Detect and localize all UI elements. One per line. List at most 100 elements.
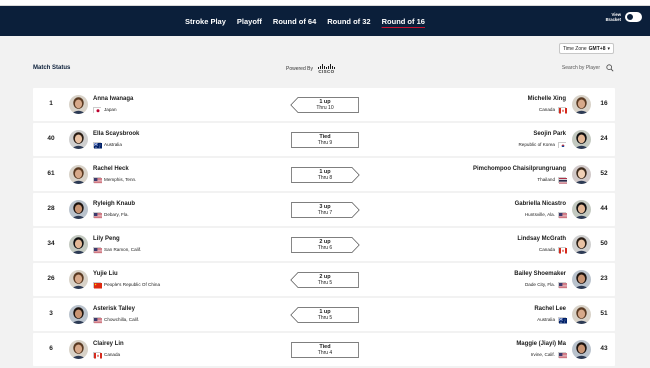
left-player[interactable]: Rachel Heck Memphis, Tenn.: [93, 166, 136, 183]
timezone-select[interactable]: Time Zone GMT+8 ▾: [559, 43, 614, 54]
left-player-name[interactable]: Rachel Heck: [93, 166, 136, 172]
match-score-left-leads[interactable]: 2 up Thru 5: [290, 272, 360, 288]
right-player[interactable]: Michelle Xing Canada: [528, 96, 566, 113]
left-player-seed: 6: [33, 345, 69, 352]
left-player-name[interactable]: Clairey Lin: [93, 341, 124, 347]
match-row[interactable]: 6 Clairey Lin Canada Tied Thru 4 Maggie …: [33, 333, 615, 366]
view-bracket-toggle[interactable]: [625, 12, 642, 22]
right-player[interactable]: Gabriella Nicastro Huntsville, Ala.: [515, 201, 566, 218]
right-player[interactable]: Lindsay McGrath Canada: [517, 236, 566, 253]
player-search[interactable]: Search by Player: [562, 64, 614, 72]
flag-us-icon: [93, 212, 101, 218]
left-player-avatar: [69, 165, 88, 184]
flag-us-icon: [93, 247, 101, 253]
search-input[interactable]: Search by Player: [562, 65, 600, 71]
right-player-name[interactable]: Seojin Park: [518, 131, 566, 137]
match-row[interactable]: 61 Rachel Heck Memphis, Tenn. 1 up Thru …: [33, 158, 615, 191]
left-player-location-text: Memphis, Tenn.: [104, 177, 136, 182]
left-player[interactable]: Ryleigh Knaub Debary, Fla.: [93, 201, 135, 218]
flag-au-icon: [93, 142, 101, 148]
match-score-right-leads[interactable]: 2 up Thru 6: [290, 237, 360, 253]
match-score-left-leads[interactable]: 1 up Thru 10: [290, 97, 360, 113]
left-player-name[interactable]: Asterisk Talley: [93, 306, 139, 312]
left-player-name[interactable]: Ryleigh Knaub: [93, 201, 135, 207]
left-player-name[interactable]: Anna Iwanaga: [93, 96, 133, 102]
right-player-name[interactable]: Rachel Lee: [534, 306, 566, 312]
left-player-location-text: San Ramon, Calif.: [104, 247, 141, 252]
view-bracket-control[interactable]: View Bracket: [606, 12, 642, 22]
left-player[interactable]: Ella Scaysbrook Australia: [93, 131, 139, 148]
tab-round-of-32[interactable]: Round of 32: [322, 17, 376, 26]
left-player[interactable]: Anna Iwanaga Japan: [93, 96, 133, 113]
left-player-avatar: [69, 200, 88, 219]
match-row[interactable]: 40 Ella Scaysbrook Australia Tied Thru 9…: [33, 123, 615, 156]
left-player-location: Japan: [93, 107, 133, 113]
match-score-right-leads[interactable]: 3 up Thru 7: [290, 202, 360, 218]
match-score-tied[interactable]: Tied Thru 4: [290, 342, 360, 358]
match-row[interactable]: 26 Yujie Liu People's Republic Of China …: [33, 263, 615, 296]
right-player-name[interactable]: Bailey Shoemaker: [514, 271, 566, 277]
right-player-name[interactable]: Lindsay McGrath: [517, 236, 566, 242]
match-score-tied[interactable]: Tied Thru 9: [290, 132, 360, 148]
flag-us-icon: [558, 212, 566, 218]
right-player-seed: 24: [593, 135, 615, 142]
flag-kr-icon: [558, 142, 566, 148]
right-player[interactable]: Rachel Lee Australia: [534, 306, 566, 323]
match-row[interactable]: 34 Lily Peng San Ramon, Calif. 2 up Thru…: [33, 228, 615, 261]
left-player[interactable]: Yujie Liu People's Republic Of China: [93, 271, 160, 288]
left-player-seed: 28: [33, 205, 69, 212]
timezone-value: GMT+8: [589, 46, 606, 52]
match-row[interactable]: 1 Anna Iwanaga Japan 1 up Thru 10 Michel…: [33, 88, 615, 121]
right-player-avatar: [572, 130, 591, 149]
left-player-seed: 61: [33, 170, 69, 177]
match-row[interactable]: 3 Asterisk Talley Chowchilla, Calif. 1 u…: [33, 298, 615, 331]
right-player[interactable]: Maggie (Jiayi) Ma Irvine, Calif.: [516, 341, 566, 358]
search-icon[interactable]: [606, 64, 614, 72]
tab-round-of-64[interactable]: Round of 64: [267, 17, 321, 26]
match-score-thru: Thru 4: [290, 350, 360, 357]
tab-stroke-play[interactable]: Stroke Play: [180, 17, 232, 26]
left-player[interactable]: Lily Peng San Ramon, Calif.: [93, 236, 141, 253]
right-player-name[interactable]: Gabriella Nicastro: [515, 201, 566, 207]
right-player-avatar: [572, 305, 591, 324]
right-player-avatar: [572, 235, 591, 254]
right-player[interactable]: Seojin Park Republic of Korea: [518, 131, 566, 148]
left-player-name[interactable]: Yujie Liu: [93, 271, 160, 277]
left-player-location: People's Republic Of China: [93, 282, 160, 288]
left-player-location: Canada: [93, 352, 124, 358]
left-player-avatar: [69, 305, 88, 324]
left-player[interactable]: Clairey Lin Canada: [93, 341, 124, 358]
right-player-location: Huntsville, Ala.: [515, 212, 566, 218]
right-player[interactable]: Bailey Shoemaker Dade City, Fla.: [514, 271, 566, 288]
flag-ca-icon: [558, 247, 566, 253]
left-player[interactable]: Asterisk Talley Chowchilla, Calif.: [93, 306, 139, 323]
left-player-avatar: [69, 340, 88, 359]
right-player[interactable]: Pimchompoo Chaisilprungruang Thailand: [473, 166, 566, 183]
right-player-seed: 44: [593, 205, 615, 212]
round-navbar: Stroke PlayPlayoffRound of 64Round of 32…: [0, 6, 650, 36]
flag-us-icon: [558, 282, 566, 288]
right-player-avatar: [572, 270, 591, 289]
tab-round-of-16[interactable]: Round of 16: [376, 17, 430, 26]
powered-by: Powered By CISCO: [286, 64, 335, 74]
left-player-name[interactable]: Ella Scaysbrook: [93, 131, 139, 137]
match-score-thru: Thru 5: [290, 280, 360, 287]
match-row[interactable]: 28 Ryleigh Knaub Debary, Fla. 3 up Thru …: [33, 193, 615, 226]
timezone-row: Time Zone GMT+8 ▾: [0, 36, 650, 58]
right-player-name[interactable]: Pimchompoo Chaisilprungruang: [473, 166, 566, 172]
match-score-text: 3 up Thru 7: [290, 204, 360, 217]
left-player-seed: 1: [33, 100, 69, 107]
right-player-name[interactable]: Michelle Xing: [528, 96, 566, 102]
match-score-text: 1 up Thru 8: [290, 169, 360, 182]
left-player-name[interactable]: Lily Peng: [93, 236, 141, 242]
right-player-location: Canada: [517, 247, 566, 253]
match-score-right-leads[interactable]: 1 up Thru 8: [290, 167, 360, 183]
right-player-name[interactable]: Maggie (Jiayi) Ma: [516, 341, 566, 347]
match-score-thru: Thru 10: [290, 105, 360, 112]
left-player-avatar: [69, 235, 88, 254]
right-player-location: Irvine, Calif.: [516, 352, 566, 358]
flag-cn-icon: [93, 282, 101, 288]
tab-playoff[interactable]: Playoff: [231, 17, 267, 26]
match-score-left-leads[interactable]: 1 up Thru 5: [290, 307, 360, 323]
left-player-location-text: Australia: [104, 142, 122, 147]
